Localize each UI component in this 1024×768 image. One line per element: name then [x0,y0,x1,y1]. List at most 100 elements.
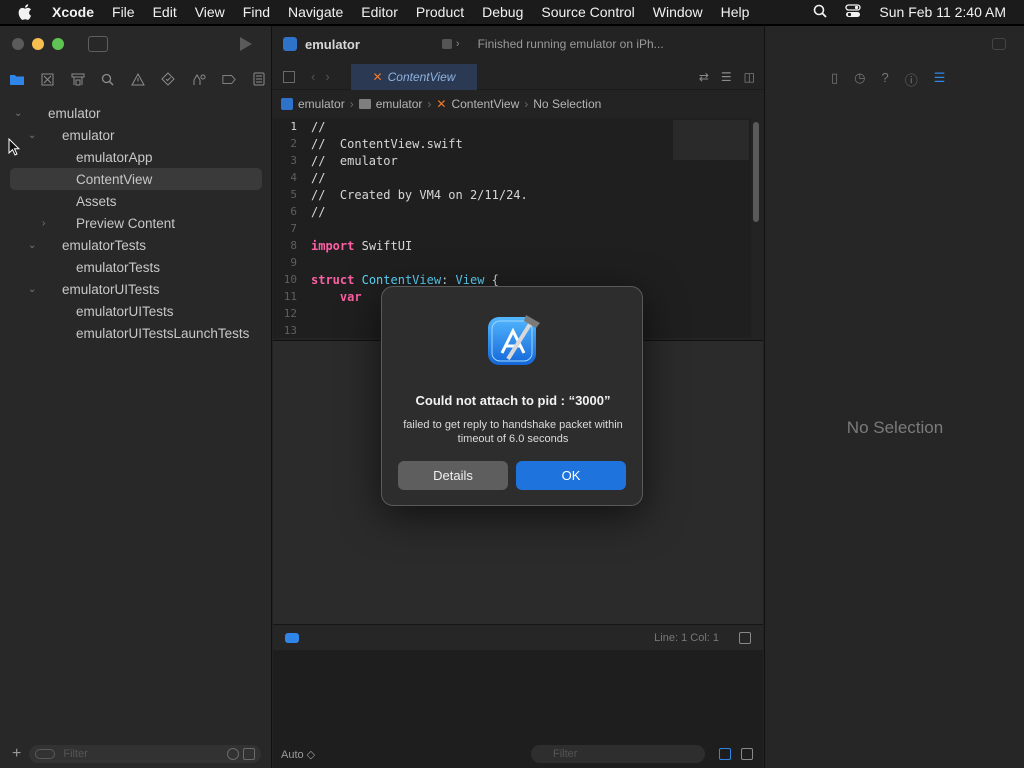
chevron-right-icon[interactable]: › [42,218,52,229]
breadcrumb-group[interactable]: emulator [376,97,423,111]
inspector-tabs: ▯ ◷ ? ⓘ ☰ [831,70,945,89]
code-line[interactable]: 7 [273,220,751,237]
chevron-down-icon[interactable]: ⌄ [28,130,38,141]
sidebar-toggle-icon[interactable] [88,36,108,52]
tree-item[interactable]: Assets [0,190,272,212]
history-inspector-icon[interactable]: ◷ [854,70,865,89]
tree-item[interactable]: emulatorUITests [0,300,272,322]
code-line[interactable]: 5 // Created by VM4 on 2/11/24. [273,186,751,203]
tree-item[interactable]: emulatorTests [0,256,272,278]
identity-inspector-icon[interactable]: ⓘ [905,70,918,89]
related-items-icon[interactable] [283,70,295,83]
line-number: 8 [290,239,297,252]
line-number: 10 [283,273,297,286]
menu-product[interactable]: Product [416,4,464,20]
editor-scrollbar[interactable] [753,122,759,222]
menu-clock[interactable]: Sun Feb 11 2:40 AM [879,4,1006,20]
add-icon[interactable]: + [12,745,21,763]
menu-source-control[interactable]: Source Control [541,4,634,20]
code-text: // [311,119,326,134]
menu-window[interactable]: Window [653,4,703,20]
apple-icon[interactable] [18,4,36,20]
chevron-down-icon[interactable]: ⌄ [14,108,24,119]
menu-editor[interactable]: Editor [361,4,398,20]
project-navigator-icon[interactable] [10,72,24,86]
attributes-inspector-icon[interactable]: ☰ [934,70,946,89]
console-filter-input[interactable]: Filter [531,745,705,763]
spotlight-search-icon[interactable] [813,4,828,21]
menu-find[interactable]: Find [243,4,270,20]
hide-debug-area-icon[interactable] [739,631,751,644]
source-control-navigator-icon[interactable] [40,72,54,86]
chevron-down-icon[interactable]: ⌄ [28,240,38,251]
code-line[interactable]: 9 [273,254,751,271]
filter-options-icon[interactable] [35,749,56,759]
editor-options-icon[interactable]: ☰ [721,70,732,84]
menu-help[interactable]: Help [721,4,750,20]
test-navigator-icon[interactable] [161,72,175,86]
console-view-icon[interactable] [741,748,753,760]
breadcrumb-file[interactable]: ContentView [451,97,519,111]
minimap[interactable] [673,120,749,160]
menu-debug[interactable]: Debug [482,4,523,20]
control-center-icon[interactable] [845,3,862,21]
tree-item-label: emulatorTests [76,259,161,275]
swift-file-icon: ✕ [436,97,447,111]
debug-navigator-icon[interactable] [192,72,206,86]
tree-item-label: Preview Content [76,215,176,231]
tree-item[interactable]: emulatorUITestsLaunchTests [0,322,272,344]
menu-file[interactable]: File [112,4,135,20]
chevron-down-icon[interactable]: ⌄ [28,284,38,295]
code-line[interactable]: 6 // [273,203,751,220]
tree-item-selected[interactable]: ContentView [10,168,262,190]
menu-navigate[interactable]: Navigate [288,4,343,20]
minimize-window-button[interactable] [32,38,44,50]
line-number: 5 [290,188,297,201]
code-line[interactable]: 4 // [273,169,751,186]
tree-item[interactable]: ⌄ emulator [0,124,272,146]
file-inspector-icon[interactable]: ▯ [831,70,838,89]
zoom-window-button[interactable] [52,38,64,50]
issue-navigator-icon[interactable] [131,72,145,86]
help-inspector-icon[interactable]: ? [882,70,889,89]
swap-icon[interactable]: ⇄ [699,70,709,84]
inspector-toggle-icon[interactable] [992,38,1006,50]
tree-item-label: emulatorUITestsLaunchTests [76,325,250,341]
recent-files-icon[interactable] [227,748,240,760]
code-line[interactable]: 8 import SwiftUI [273,237,751,254]
ok-button[interactable]: OK [516,461,626,490]
alert-message: failed to get reply to handshake packet … [403,419,623,445]
tree-item[interactable]: ⌄ emulatorTests [0,234,272,256]
close-window-button[interactable] [12,38,24,50]
menu-edit[interactable]: Edit [153,4,177,20]
details-button[interactable]: Details [398,461,508,490]
navigator-filter-input[interactable]: Filter [29,745,262,763]
variables-scope-select[interactable]: Auto ◇ [281,748,315,761]
line-number: 7 [290,222,297,235]
breadcrumb-project[interactable]: emulator [298,97,345,111]
run-destination[interactable]: › [441,38,460,50]
line-number: 13 [283,324,297,337]
navigation-arrows[interactable]: ‹› [311,69,340,84]
report-navigator-icon[interactable] [252,72,266,86]
menu-view[interactable]: View [195,4,225,20]
scheme-name[interactable]: emulator [305,37,360,52]
source-control-filter-icon[interactable] [243,748,256,760]
breadcrumb-symbol[interactable]: No Selection [533,97,601,111]
breakpoint-navigator-icon[interactable] [222,72,236,86]
breadcrumb-separator: › [349,97,354,111]
find-navigator-icon[interactable] [101,72,115,86]
console-footer: Auto ◇ Filter [273,740,763,768]
tab-contentview[interactable]: ✕ ContentView [351,64,477,90]
tree-item[interactable]: › Preview Content [0,212,272,234]
tree-item[interactable]: ⌄ emulatorUITests [0,278,272,300]
tree-item[interactable]: emulatorApp [0,146,272,168]
menu-app[interactable]: Xcode [52,4,94,20]
tree-item-label: emulatorTests [62,237,147,253]
symbol-navigator-icon[interactable] [71,72,85,86]
tree-item[interactable]: ⌄ emulator [0,102,272,124]
run-icon[interactable] [240,37,252,51]
debug-area-toggle-icon[interactable] [285,632,299,643]
split-editor-icon[interactable]: ◫ [744,70,755,84]
variables-view-icon[interactable] [719,748,731,760]
